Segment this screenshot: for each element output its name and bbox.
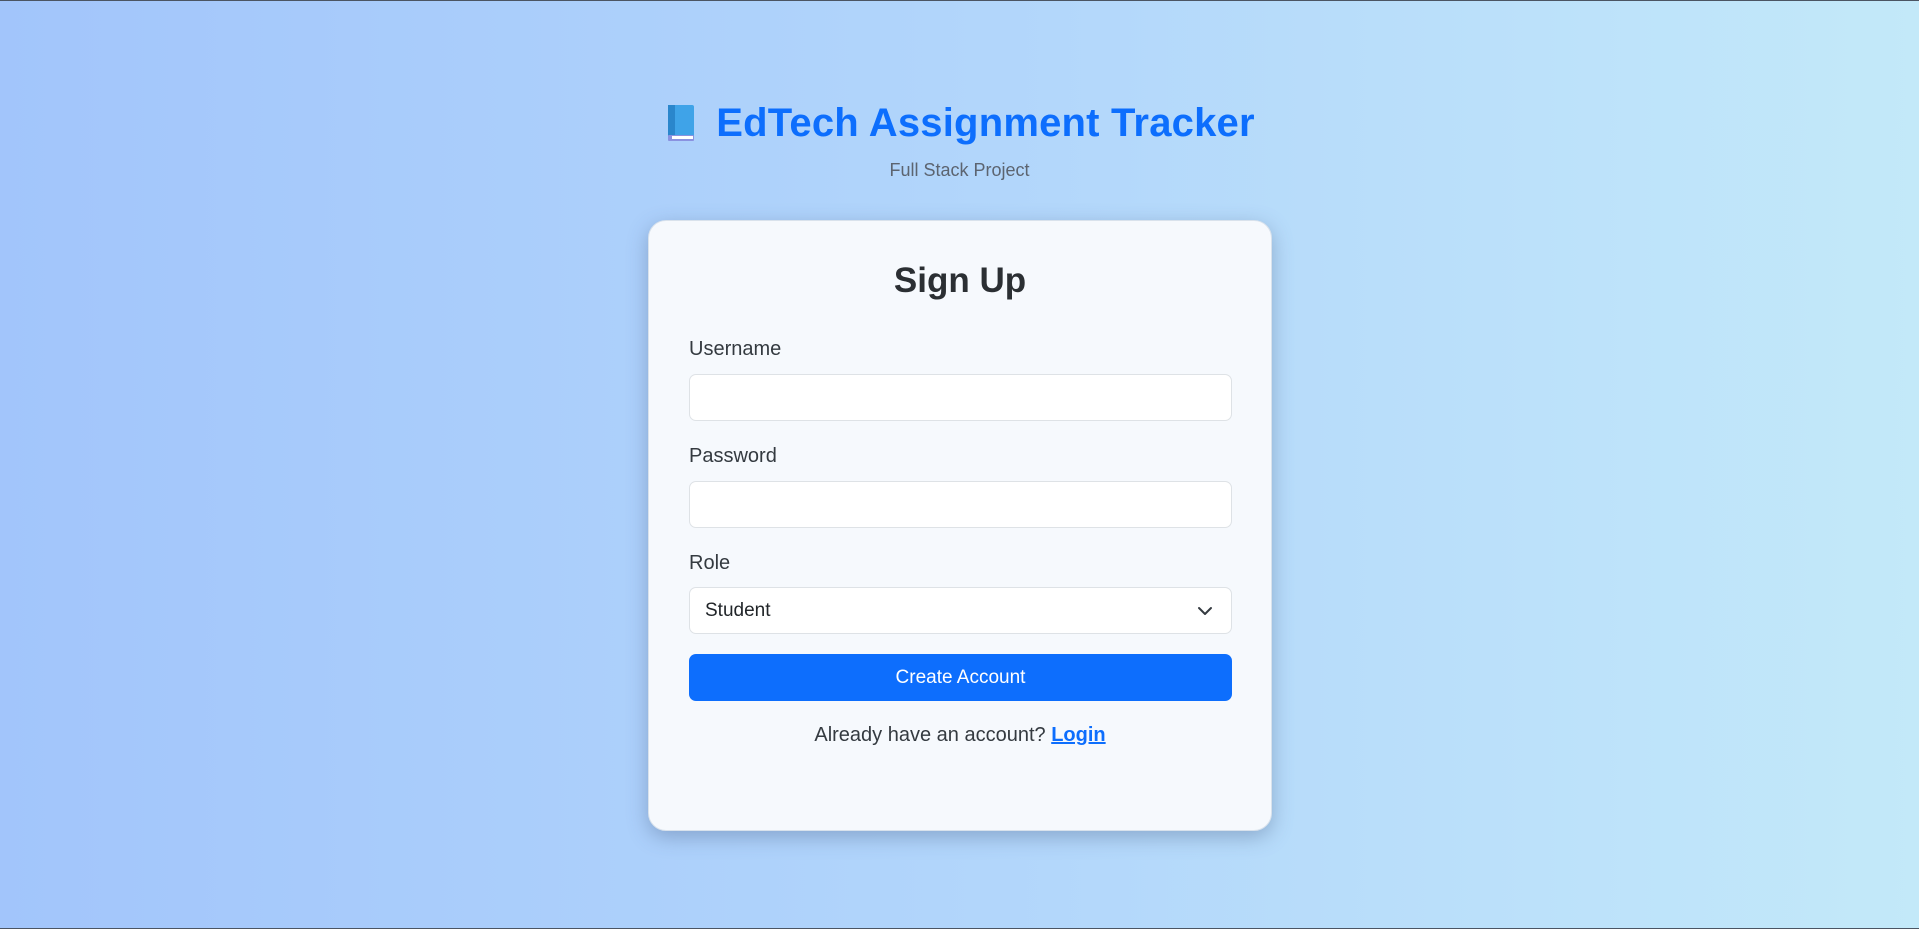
role-label: Role [689, 552, 731, 574]
username-input[interactable] [689, 374, 1232, 421]
login-prompt-text: Already have an account? [814, 724, 1046, 746]
title-row: EdTech Assignment Tracker [0, 96, 1919, 150]
form-title: Sign Up [893, 261, 1027, 300]
signup-card: Sign Up Username Password Role Student C… [648, 220, 1272, 831]
role-select[interactable]: Student [689, 587, 1232, 634]
app-subtitle: Full Stack Project [889, 160, 1030, 180]
role-selected-value: Student [705, 599, 771, 621]
create-account-button[interactable]: Create Account [689, 654, 1232, 701]
window-top-border [0, 0, 1919, 1]
login-link[interactable]: Login [1051, 724, 1105, 746]
password-input[interactable] [689, 481, 1232, 528]
book-icon [664, 103, 696, 143]
app-title: EdTech Assignment Tracker [716, 100, 1255, 145]
chevron-down-icon [1197, 603, 1213, 619]
login-prompt: Already have an account? Login [649, 724, 1271, 747]
password-label: Password [689, 445, 777, 467]
username-label: Username [689, 338, 782, 360]
page-header: EdTech Assignment Tracker Full Stack Pro… [0, 96, 1919, 181]
